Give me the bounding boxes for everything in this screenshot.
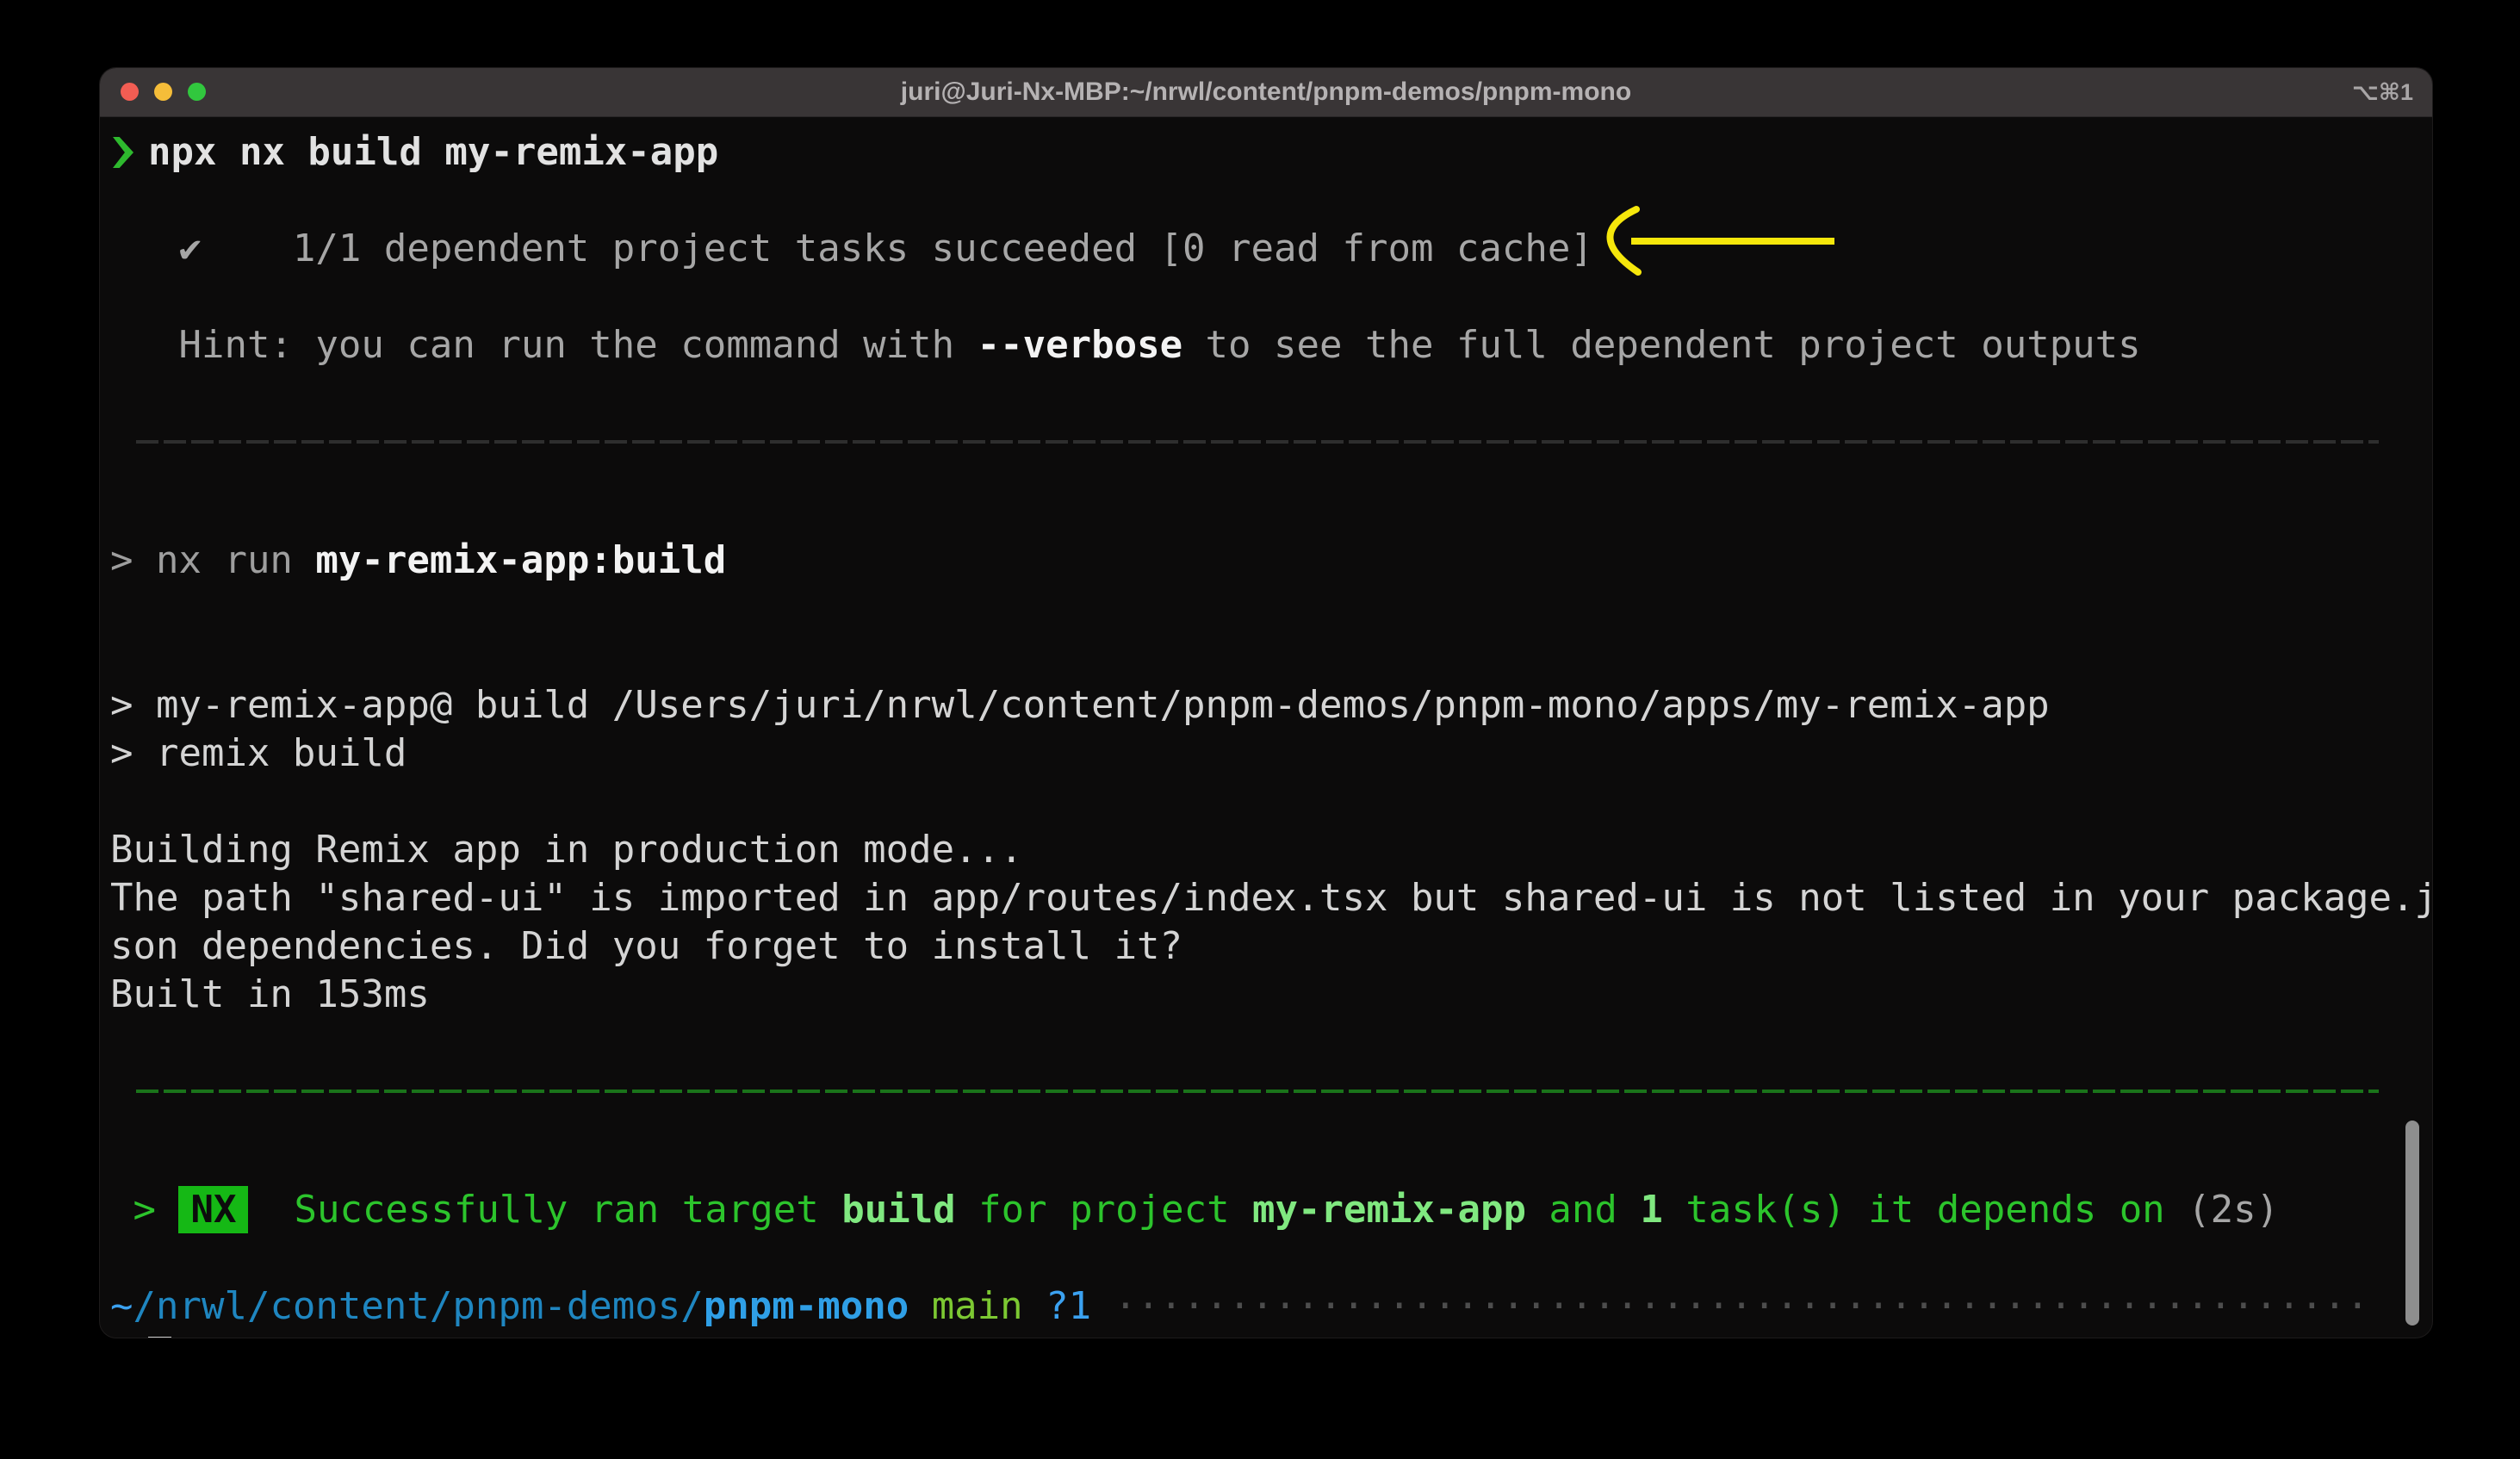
blank-line bbox=[110, 778, 2432, 826]
separator-top bbox=[110, 440, 2432, 488]
terminal-text-segment: --verbose bbox=[978, 323, 1182, 367]
prompt-chevron-icon bbox=[113, 137, 133, 168]
close-button[interactable] bbox=[121, 83, 139, 101]
building-line: Building Remix app in production mode... bbox=[110, 826, 2432, 874]
blank-line bbox=[110, 369, 2432, 418]
nx-run-line: > nx run my-remix-app:build bbox=[110, 537, 2432, 585]
blank-line bbox=[110, 488, 2432, 537]
separator-bottom bbox=[110, 1090, 2432, 1138]
nx-success-line: > NX Successfully ran target build for p… bbox=[110, 1186, 2432, 1234]
terminal-text-segment: and bbox=[1526, 1188, 1640, 1232]
terminal-text-segment: 1 bbox=[1640, 1188, 1663, 1232]
minimize-button[interactable] bbox=[154, 83, 172, 101]
blank-line bbox=[110, 585, 2432, 633]
terminal-text-segment bbox=[1023, 1284, 1046, 1328]
terminal-text-segment: Building Remix app in production mode... bbox=[110, 828, 1023, 872]
pnpm-script-line: > my-remix-app@ build /Users/juri/nrwl/c… bbox=[110, 681, 2432, 730]
prompt-path-line: ~/nrwl/content/pnpm-demos/pnpm-mono main… bbox=[110, 1282, 2432, 1331]
terminal-text-segment: son dependencies. Did you forget to inst… bbox=[110, 924, 1182, 968]
terminal-text-segment: /nrwl/content/pnpm-demos/ bbox=[133, 1284, 704, 1328]
prompt-input-line bbox=[110, 1331, 2432, 1338]
blank-line bbox=[110, 1019, 2432, 1067]
terminal-text-segment: for project bbox=[956, 1188, 1252, 1232]
window-title: juri@Juri-Nx-MBP:~/nrwl/content/pnpm-dem… bbox=[272, 68, 2260, 116]
terminal-text-segment: Built in 153ms bbox=[110, 972, 430, 1016]
scrollbar-thumb[interactable] bbox=[2405, 1121, 2419, 1326]
dependent-tasks-line: ✔ 1/1 dependent project tasks succeeded … bbox=[110, 225, 2432, 273]
terminal-body[interactable]: npx nx build my-remix-app ✔ 1/1 dependen… bbox=[100, 116, 2432, 1338]
warning-line-1: The path "shared-ui" is imported in app/… bbox=[110, 874, 2432, 922]
terminal-text-segment: my-remix-app:build bbox=[315, 538, 726, 582]
terminal-text-segment: ✔ 1/1 dependent project tasks succeeded … bbox=[110, 227, 1593, 270]
terminal-text-segment: build bbox=[841, 1188, 955, 1232]
separator-line bbox=[136, 1090, 2379, 1093]
terminal-text-segment bbox=[909, 1284, 932, 1328]
blank-line bbox=[110, 177, 2432, 225]
terminal-text-segment: (2s) bbox=[2188, 1188, 2279, 1232]
terminal-window: juri@Juri-Nx-MBP:~/nrwl/content/pnpm-dem… bbox=[99, 67, 2433, 1338]
terminal-text-segment bbox=[1091, 1284, 1114, 1328]
blank-line bbox=[110, 1138, 2432, 1186]
terminal-text-segment: pnpm-mono bbox=[704, 1284, 909, 1328]
terminal-text-segment: > my-remix-app@ build /Users/juri/nrwl/c… bbox=[110, 683, 2050, 727]
terminal-text-segment: ~ bbox=[110, 1284, 133, 1328]
blank-line bbox=[110, 273, 2432, 321]
terminal-text-segment: ?1 bbox=[1046, 1284, 1091, 1328]
remix-build-line: > remix build bbox=[110, 730, 2432, 778]
terminal-text-segment: > remix build bbox=[110, 731, 407, 775]
terminal-text-segment: task(s) it depends on bbox=[1663, 1188, 2188, 1232]
titlebar[interactable]: juri@Juri-Nx-MBP:~/nrwl/content/pnpm-dem… bbox=[100, 68, 2432, 117]
built-time-line: Built in 153ms bbox=[110, 971, 2432, 1019]
blank-line bbox=[110, 633, 2432, 681]
terminal-text-segment: > bbox=[110, 1188, 178, 1232]
zoom-button[interactable] bbox=[188, 83, 206, 101]
separator-line bbox=[136, 440, 2379, 444]
warning-line-2: son dependencies. Did you forget to inst… bbox=[110, 922, 2432, 971]
terminal-cursor bbox=[148, 1337, 171, 1338]
terminal-text-segment: > nx run bbox=[110, 538, 315, 582]
window-hotkey-label: ⌥⌘1 bbox=[2352, 68, 2413, 116]
terminal-text-segment: main bbox=[932, 1284, 1023, 1328]
blank-line bbox=[110, 1234, 2432, 1282]
terminal-text-segment: The path "shared-ui" is imported in app/… bbox=[110, 876, 2432, 920]
command-input-line: npx nx build my-remix-app bbox=[110, 128, 2432, 177]
hint-line: Hint: you can run the command with --ver… bbox=[110, 321, 2432, 369]
desktop-background: juri@Juri-Nx-MBP:~/nrwl/content/pnpm-dem… bbox=[0, 0, 2520, 1459]
terminal-text-segment: Hint: you can run the command with bbox=[110, 323, 978, 367]
terminal-text-segment: to see the full dependent project output… bbox=[1182, 323, 2141, 367]
terminal-text-segment: Successfully ran target bbox=[248, 1188, 841, 1232]
terminal-text-segment: my-remix-app bbox=[1252, 1188, 1526, 1232]
nx-badge: NX bbox=[178, 1186, 248, 1233]
terminal-text-segment: ········································… bbox=[1114, 1284, 2369, 1328]
terminal-text-segment: npx nx build my-remix-app bbox=[148, 130, 718, 174]
